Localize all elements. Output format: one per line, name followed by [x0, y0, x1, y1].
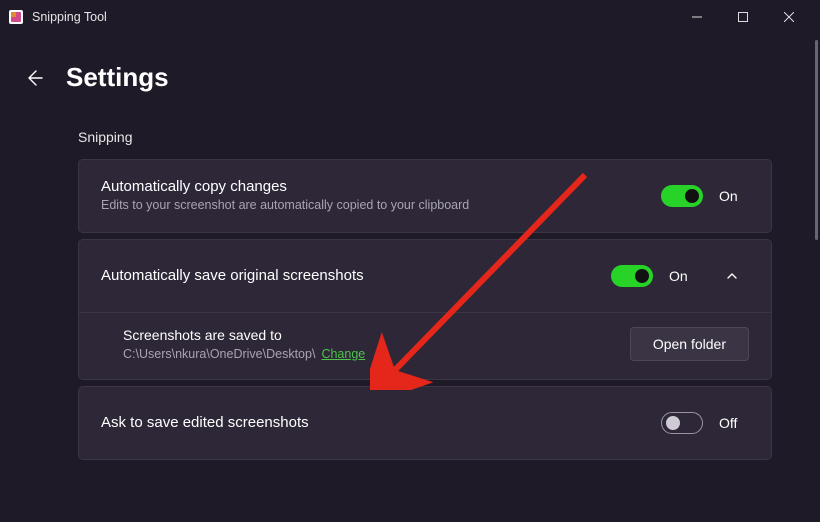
content-area: Settings Snipping Automatically copy cha…	[0, 34, 814, 522]
window-controls	[674, 0, 812, 34]
expand-collapse-button[interactable]	[715, 259, 749, 293]
setting-title: Automatically save original screenshots	[101, 267, 595, 284]
change-location-link[interactable]: Change	[321, 347, 365, 361]
toggle-ask-save[interactable]	[661, 412, 703, 434]
save-location-title: Screenshots are saved to	[123, 327, 614, 343]
toggle-state-label: On	[669, 268, 699, 284]
app-icon	[8, 9, 24, 25]
title-bar: Snipping Tool	[0, 0, 820, 34]
setting-ask-save: Ask to save edited screenshots Off	[78, 386, 772, 460]
close-button[interactable]	[766, 0, 812, 34]
minimize-button[interactable]	[674, 0, 720, 34]
toggle-state-label: Off	[719, 415, 749, 431]
toggle-state-label: On	[719, 188, 749, 204]
window-title: Snipping Tool	[32, 10, 674, 24]
maximize-button[interactable]	[720, 0, 766, 34]
setting-auto-copy: Automatically copy changes Edits to your…	[78, 159, 772, 233]
toggle-auto-copy[interactable]	[661, 185, 703, 207]
open-folder-button[interactable]: Open folder	[630, 327, 749, 361]
toggle-auto-save[interactable]	[611, 265, 653, 287]
save-location-row: Screenshots are saved to C:\Users\nkura\…	[79, 312, 771, 379]
setting-auto-save: Automatically save original screenshots …	[78, 239, 772, 380]
setting-subtitle: Edits to your screenshot are automatical…	[101, 197, 645, 214]
scrollbar-thumb[interactable]	[815, 40, 818, 240]
setting-title: Automatically copy changes	[101, 178, 645, 195]
back-button[interactable]	[24, 68, 44, 88]
setting-title: Ask to save edited screenshots	[101, 414, 645, 431]
page-title: Settings	[66, 62, 169, 93]
page-header: Settings	[24, 62, 772, 93]
save-location-path: C:\Users\nkura\OneDrive\Desktop\	[123, 347, 315, 361]
section-label: Snipping	[78, 129, 772, 145]
